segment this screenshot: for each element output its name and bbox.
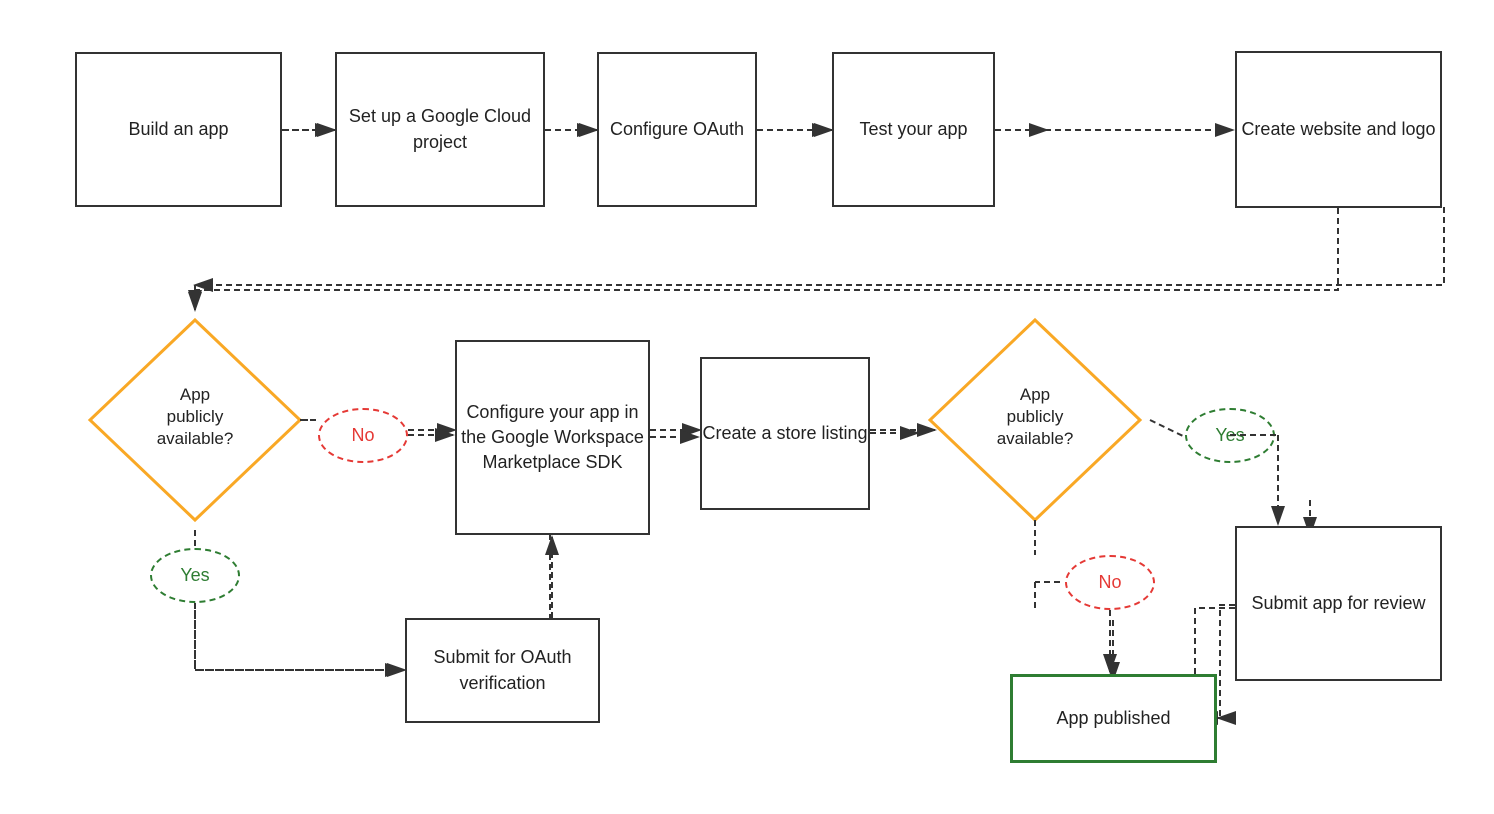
app-published-label: App published bbox=[1056, 706, 1170, 731]
svg-text:App: App bbox=[180, 385, 210, 404]
no-oval-right: No bbox=[1065, 555, 1155, 610]
submit-oauth-label: Submit for OAuth verification bbox=[407, 645, 598, 695]
configure-oauth-box: Configure OAuth bbox=[597, 52, 757, 207]
diamond-right-svg: App publicly available? bbox=[920, 310, 1150, 530]
app-published-box: App published bbox=[1010, 674, 1217, 763]
create-store-box: Create a store listing bbox=[700, 357, 870, 510]
submit-oauth-box: Submit for OAuth verification bbox=[405, 618, 600, 723]
build-app-box: Build an app bbox=[75, 52, 282, 207]
flowchart-diagram: Build an app Set up a Google Cloud proje… bbox=[0, 0, 1494, 814]
no-oval-left: No bbox=[318, 408, 408, 463]
configure-oauth-label: Configure OAuth bbox=[610, 117, 744, 142]
configure-workspace-box: Configure your app in the Google Workspa… bbox=[455, 340, 650, 535]
test-app-label: Test your app bbox=[859, 117, 967, 142]
diamond-left-svg: App publicly available? bbox=[80, 310, 310, 530]
yes-oval-left: Yes bbox=[150, 548, 240, 603]
submit-review-label: Submit app for review bbox=[1251, 591, 1425, 616]
svg-text:available?: available? bbox=[997, 429, 1074, 448]
svg-text:available?: available? bbox=[157, 429, 234, 448]
create-website-box: Create website and logo bbox=[1235, 51, 1442, 208]
test-app-box: Test your app bbox=[832, 52, 995, 207]
yes-oval-right: Yes bbox=[1185, 408, 1275, 463]
submit-review-box: Submit app for review bbox=[1235, 526, 1442, 681]
configure-workspace-label: Configure your app in the Google Workspa… bbox=[457, 400, 648, 476]
svg-text:publicly: publicly bbox=[167, 407, 224, 426]
setup-google-box: Set up a Google Cloud project bbox=[335, 52, 545, 207]
create-store-label: Create a store listing bbox=[702, 421, 867, 446]
svg-text:App: App bbox=[1020, 385, 1050, 404]
build-app-label: Build an app bbox=[128, 117, 228, 142]
create-website-label: Create website and logo bbox=[1241, 117, 1435, 142]
setup-google-label: Set up a Google Cloud project bbox=[337, 104, 543, 154]
svg-text:publicly: publicly bbox=[1007, 407, 1064, 426]
